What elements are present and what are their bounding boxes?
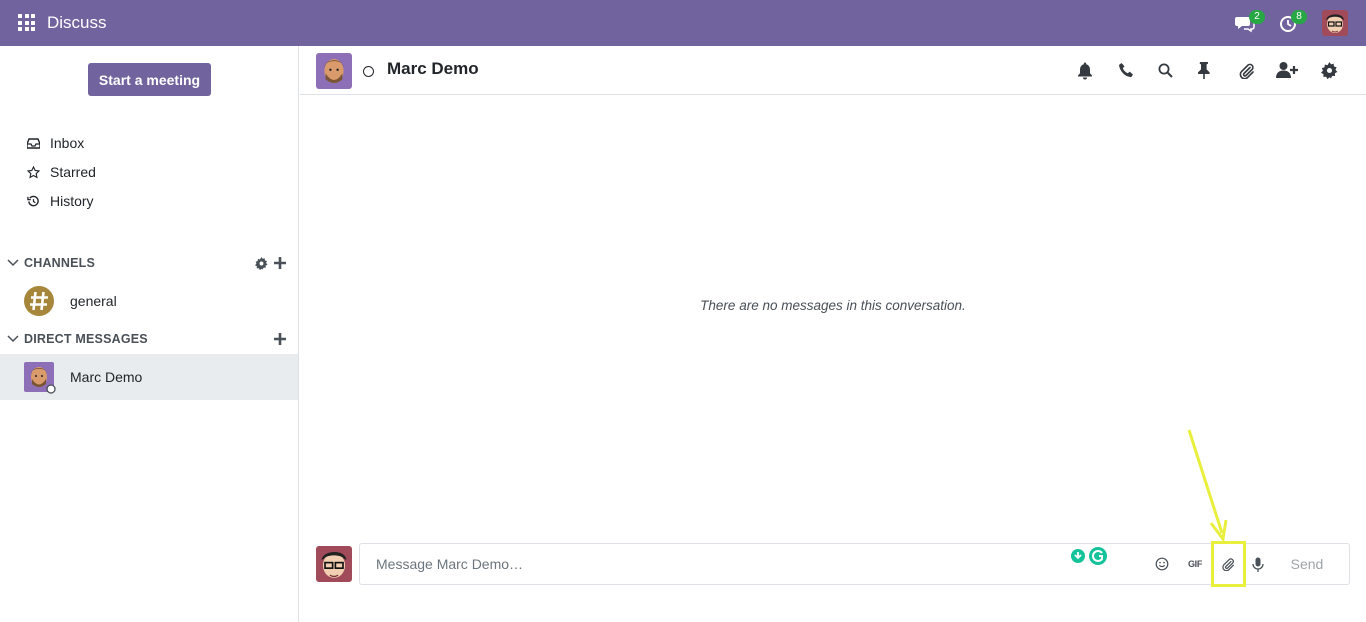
- avatar[interactable]: [316, 53, 352, 89]
- gear-icon[interactable]: [1318, 59, 1340, 81]
- offline-status-icon: [46, 384, 56, 394]
- avatar: [24, 362, 56, 394]
- mailbox-label: Inbox: [50, 135, 85, 151]
- send-button[interactable]: Send: [1282, 553, 1332, 575]
- message-composer: GIF Send: [359, 543, 1350, 585]
- add-channel-plus-icon[interactable]: [274, 257, 286, 269]
- empty-thread-message: There are no messages in this conversati…: [700, 298, 966, 313]
- bell-icon[interactable]: [1074, 59, 1096, 81]
- add-chat-plus-icon[interactable]: [274, 333, 286, 345]
- mailbox-inbox[interactable]: Inbox: [24, 132, 84, 154]
- emoji-icon[interactable]: [1151, 553, 1173, 575]
- top-navbar: Discuss 2 8: [0, 0, 1366, 46]
- grammarly-widget[interactable]: [1066, 544, 1112, 568]
- chevron-down-icon[interactable]: [6, 256, 20, 270]
- direct-message-item-marc-demo[interactable]: Marc Demo: [0, 354, 298, 400]
- thread-name[interactable]: Marc Demo: [387, 59, 479, 79]
- phone-icon[interactable]: [1115, 59, 1137, 81]
- gif-button[interactable]: GIF: [1184, 553, 1206, 575]
- user-avatar[interactable]: [1322, 10, 1348, 36]
- message-input[interactable]: [361, 545, 1051, 583]
- mailbox-history[interactable]: History: [24, 190, 94, 212]
- app-title[interactable]: Discuss: [47, 13, 107, 33]
- activity-badge: 8: [1291, 10, 1307, 24]
- discuss-sidebar: Start a meeting Inbox Starred History CH…: [0, 46, 299, 622]
- mailbox-label: Starred: [50, 164, 96, 180]
- add-user-icon[interactable]: [1276, 59, 1298, 81]
- gear-icon[interactable]: [255, 256, 268, 270]
- mailbox-label: History: [50, 193, 94, 209]
- star-icon: [24, 165, 42, 179]
- history-icon: [24, 194, 42, 208]
- channels-header-label: CHANNELS: [24, 256, 96, 270]
- messages-badge: 2: [1249, 10, 1265, 24]
- search-icon[interactable]: [1154, 59, 1176, 81]
- attach-button-highlight: [1211, 541, 1246, 587]
- direct-message-name: Marc Demo: [70, 369, 143, 385]
- paperclip-icon[interactable]: [1235, 59, 1257, 81]
- pin-icon[interactable]: [1193, 59, 1215, 81]
- apps-grid-icon[interactable]: [18, 14, 35, 31]
- inbox-icon: [24, 136, 42, 150]
- channel-name: general: [70, 293, 117, 309]
- annotation-arrow-icon: [1187, 429, 1228, 543]
- channels-section-header[interactable]: CHANNELS: [6, 253, 286, 273]
- channel-item-general[interactable]: general: [0, 278, 298, 324]
- start-meeting-button[interactable]: Start a meeting: [88, 63, 211, 96]
- direct-messages-section-header[interactable]: DIRECT MESSAGES: [6, 329, 286, 349]
- direct-messages-header-label: DIRECT MESSAGES: [24, 332, 148, 346]
- mailbox-starred[interactable]: Starred: [24, 161, 96, 183]
- hashtag-icon: [24, 286, 54, 316]
- microphone-icon[interactable]: [1247, 553, 1269, 575]
- offline-status-icon: [363, 66, 374, 77]
- avatar: [316, 546, 352, 582]
- chevron-down-icon[interactable]: [6, 332, 20, 346]
- thread-header: Marc Demo: [300, 46, 1366, 95]
